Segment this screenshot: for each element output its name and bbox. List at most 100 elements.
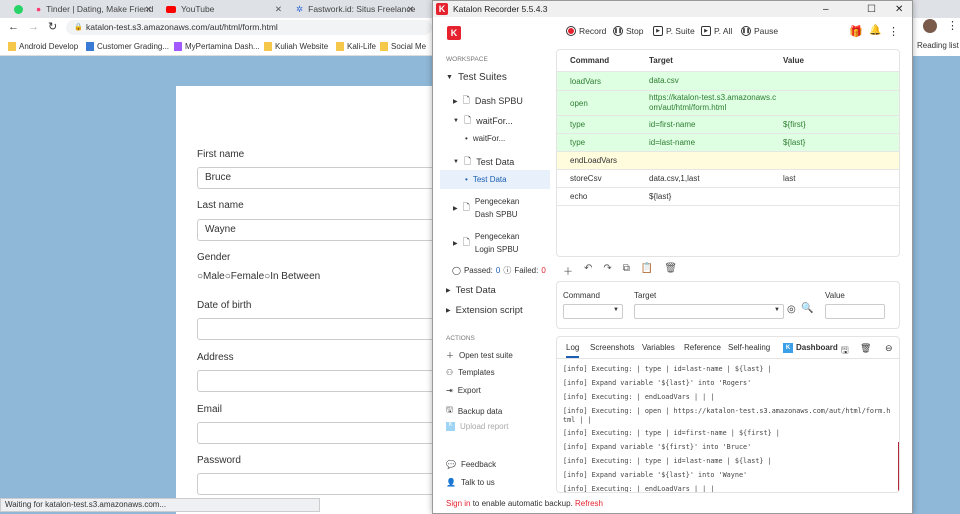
check-circle-icon: ◯ xyxy=(452,266,461,275)
test-case-test-data[interactable]: • Test Data xyxy=(440,170,550,189)
upload-report-action[interactable]: K Upload report xyxy=(446,422,508,431)
refresh-link[interactable]: Refresh xyxy=(575,499,603,508)
password-input[interactable] xyxy=(197,473,447,495)
tab-whatsapp[interactable] xyxy=(8,0,30,18)
gender-female-radio[interactable]: ○Female xyxy=(225,271,264,282)
bookmark[interactable]: MyPertamina Dash... xyxy=(174,42,260,52)
collapse-icon[interactable]: ⊖ xyxy=(885,343,893,354)
table-row[interactable]: type id=first-name ${first} xyxy=(557,116,899,134)
save-log-icon[interactable]: 🖫 xyxy=(841,343,849,359)
delete-icon[interactable]: 🗑 xyxy=(664,263,677,278)
templates-action[interactable]: ⚇ Templates xyxy=(446,368,495,377)
forward-icon[interactable]: → xyxy=(28,21,39,33)
feedback-action[interactable]: 💬 Feedback xyxy=(446,460,496,469)
katalon-testops-icon: K xyxy=(446,422,455,431)
open-test-suite-action[interactable]: ＋ Open test suite xyxy=(446,350,513,361)
clear-log-icon[interactable]: 🗑 xyxy=(860,343,871,354)
tab-tinder[interactable]: ● Tinder | Dating, Make Friend ✕ xyxy=(30,0,158,18)
table-row[interactable]: storeCsv data.csv,1,last last xyxy=(557,170,899,188)
bookmark[interactable]: Customer Grading... xyxy=(86,42,169,52)
back-icon[interactable]: ← xyxy=(8,21,19,33)
suite-test-data[interactable]: ▼ 🗋 Test Data xyxy=(453,154,514,170)
more-menu-icon[interactable]: ⋮ xyxy=(888,25,899,38)
table-row[interactable]: echo ${last} xyxy=(557,188,899,206)
paste-icon[interactable]: 📋 xyxy=(641,263,653,278)
katalon-logo: K xyxy=(436,3,448,15)
log-line: [info] Expand variable '${first}' into '… xyxy=(563,443,752,451)
suite-pengecekan-dash[interactable]: ▶ 🗋 Pengecekan Dash SPBU xyxy=(453,195,535,221)
avatar[interactable] xyxy=(923,19,937,33)
sign-in-link[interactable]: Sign in xyxy=(446,499,470,508)
add-icon[interactable]: ＋ xyxy=(563,263,573,278)
play-all-button[interactable]: ▶ P. All xyxy=(701,26,732,36)
extension-script-toggle[interactable]: ▶ Extension script xyxy=(446,305,523,316)
tab-dashboard[interactable]: K Dashboard xyxy=(783,343,838,353)
form-card: First name Bruce Last name Wayne Gender … xyxy=(176,86,447,514)
maximize-icon[interactable]: ☐ xyxy=(867,4,876,15)
gender-male-radio[interactable]: ○Male xyxy=(197,271,225,282)
test-case-table: Command Target Value loadVars data.csv open… xyxy=(556,49,900,257)
test-case-waitfor[interactable]: • waitFor... xyxy=(465,134,505,143)
last-name-input[interactable]: Wayne xyxy=(197,219,447,241)
command-select[interactable]: ▼ xyxy=(563,304,623,319)
suite-pengecekan-login[interactable]: ▶ 🗋 Pengecekan Login SPBU xyxy=(453,230,535,256)
close-tab-icon[interactable]: ✕ xyxy=(145,4,152,15)
select-target-icon[interactable]: ◎ xyxy=(787,304,796,315)
tab-variables[interactable]: Variables xyxy=(642,343,675,352)
target-label: Target xyxy=(634,291,657,300)
close-tab-icon[interactable]: ✕ xyxy=(407,4,414,15)
target-select[interactable]: ▼ xyxy=(634,304,784,319)
gift-icon[interactable]: 🎁 xyxy=(849,25,863,38)
tab-self-healing[interactable]: Self-healing xyxy=(728,343,770,352)
table-row[interactable]: open https://katalon-test.s3.amazonaws.co… xyxy=(557,91,899,116)
reading-list[interactable]: Reading list xyxy=(917,41,959,50)
tab-screenshots[interactable]: Screenshots xyxy=(590,343,634,352)
find-icon[interactable]: 🔍 xyxy=(801,303,813,314)
record-button[interactable]: Record xyxy=(566,26,606,36)
gender-radios: ○Male○Female○In Between xyxy=(197,271,320,282)
suite-dash-spbu[interactable]: ▶ 🗋 Dash SPBU xyxy=(453,93,523,109)
bookmark[interactable]: Kuliah Website xyxy=(264,42,328,52)
gender-in-between-radio[interactable]: ○In Between xyxy=(264,271,320,282)
table-row[interactable]: loadVars data.csv xyxy=(557,72,899,91)
minimize-icon[interactable]: – xyxy=(823,4,829,15)
bookmark[interactable]: Social Me xyxy=(380,42,426,52)
log-scrollbar[interactable] xyxy=(898,442,899,492)
export-action[interactable]: ⇥ Export xyxy=(446,386,481,395)
url-input[interactable]: 🔒 katalon-test.s3.amazonaws.com/aut/html/… xyxy=(66,20,432,35)
close-icon[interactable]: ✕ xyxy=(895,4,903,15)
tab-log[interactable]: Log xyxy=(566,343,580,358)
templates-icon: ⚇ xyxy=(446,368,454,377)
notification-bell-icon[interactable]: 🔔 xyxy=(869,25,881,36)
menu-icon[interactable]: ⋮ xyxy=(947,19,958,32)
undo-icon[interactable]: ↶ xyxy=(584,263,592,278)
email-input[interactable] xyxy=(197,422,447,444)
test-data-toggle[interactable]: ▶ Test Data xyxy=(446,285,496,296)
actions-heading: ACTIONS xyxy=(446,335,475,342)
pause-button[interactable]: ❚❚ Pause xyxy=(741,26,778,36)
test-suites-toggle[interactable]: ▼ Test Suites xyxy=(446,72,507,83)
backup-data-action[interactable]: 🖫 Backup data xyxy=(446,404,502,418)
bookmark[interactable]: Android Develop xyxy=(8,42,78,52)
redo-icon[interactable]: ↷ xyxy=(603,263,611,278)
log-line: [info] Executing: | endLoadVars | | | xyxy=(563,393,715,401)
copy-icon[interactable]: ⧉ xyxy=(623,263,630,278)
suite-waitfor[interactable]: ▼ 🗋 waitFor... xyxy=(453,113,513,129)
table-row[interactable]: type id=last-name ${last} xyxy=(557,134,899,152)
bookmark[interactable]: Kali-Life xyxy=(336,42,376,52)
table-row[interactable]: endLoadVars xyxy=(557,152,899,170)
tab-reference[interactable]: Reference xyxy=(684,343,721,352)
play-all-icon: ▶ xyxy=(701,26,711,36)
play-suite-button[interactable]: ▶ P. Suite xyxy=(653,26,695,36)
talk-to-us-action[interactable]: 👤 Talk to us xyxy=(446,478,495,487)
close-tab-icon[interactable]: ✕ xyxy=(275,4,282,15)
reload-icon[interactable]: ↻ xyxy=(48,20,57,33)
tab-youtube[interactable]: YouTube ✕ xyxy=(160,0,288,18)
first-name-input[interactable]: Bruce xyxy=(197,167,447,189)
address-input[interactable] xyxy=(197,370,447,392)
stop-button[interactable]: ❚❚ Stop xyxy=(613,26,644,36)
file-icon: 🗋 xyxy=(463,156,472,166)
tab-fastwork[interactable]: ✲ Fastwork.id: Situs Freelance ✕ xyxy=(290,0,420,18)
value-input[interactable] xyxy=(825,304,885,319)
dob-input[interactable] xyxy=(197,318,447,340)
